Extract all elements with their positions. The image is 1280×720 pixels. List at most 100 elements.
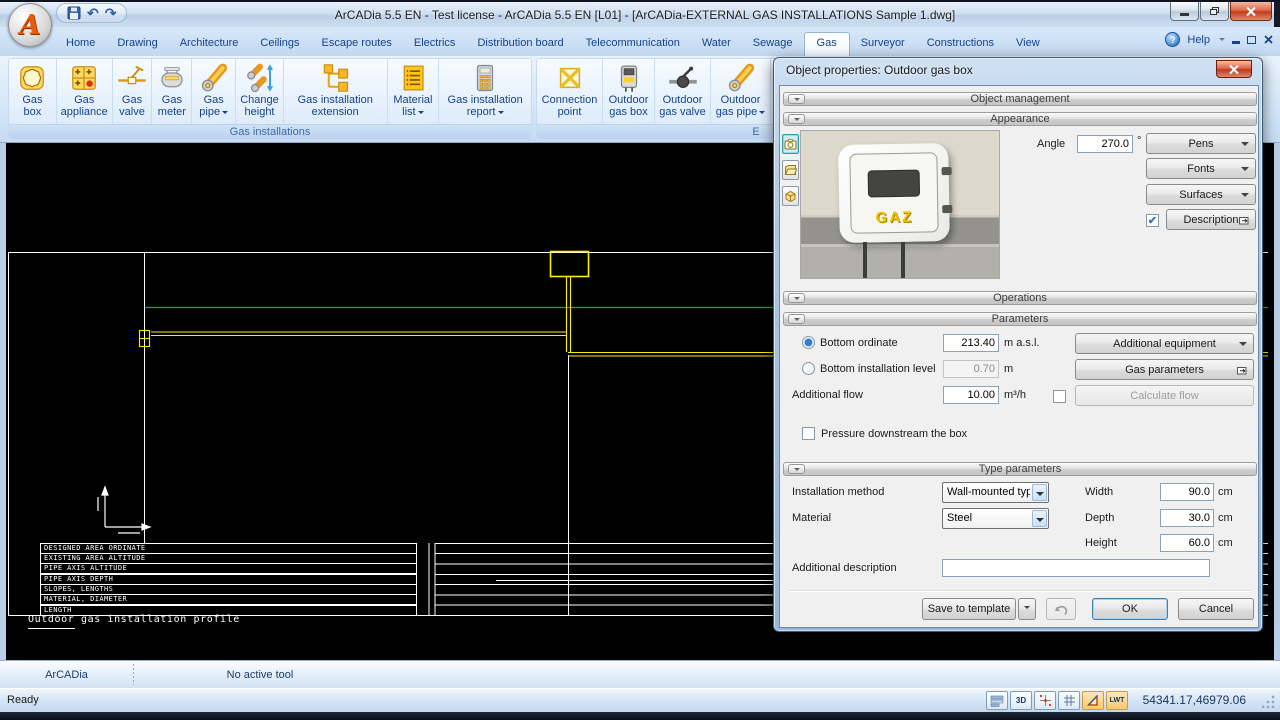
app-name-cell[interactable]: ArCADia xyxy=(0,661,133,688)
bottom-installation-level-radio[interactable] xyxy=(802,362,815,375)
dialog-content: Object management Appearance GAZ xyxy=(779,85,1259,628)
save-template-dropdown-button[interactable] xyxy=(1018,598,1036,620)
collapse-chevron-icon[interactable] xyxy=(788,94,805,104)
preview-3d-view-button[interactable] xyxy=(782,186,799,206)
preview-photo-view-button[interactable] xyxy=(782,134,799,154)
profile-row-label[interactable]: MATERIAL, DIAMETER xyxy=(40,594,417,605)
collapse-chevron-icon[interactable] xyxy=(788,314,805,324)
dialog-close-button[interactable] xyxy=(1216,60,1252,78)
tab-telecommunication[interactable]: Telecommunication xyxy=(575,32,691,56)
resize-grip[interactable] xyxy=(1262,695,1276,708)
document-minimize-button[interactable] xyxy=(1232,41,1240,44)
ortho-button[interactable] xyxy=(1082,691,1104,710)
tab-sewage[interactable]: Sewage xyxy=(742,32,804,56)
outdoor-gas-pipe-icon xyxy=(726,63,756,93)
save-to-template-button[interactable]: Save to template xyxy=(922,598,1016,620)
document-restore-button[interactable] xyxy=(1247,36,1256,44)
tab-surveyor[interactable]: Surveyor xyxy=(850,32,916,56)
collapse-chevron-icon[interactable] xyxy=(788,114,805,124)
gas-parameters-button[interactable]: Gas parameters xyxy=(1075,359,1254,380)
help-dropdown-icon[interactable] xyxy=(1219,38,1225,44)
tab-view[interactable]: View xyxy=(1005,32,1051,56)
tab-constructions[interactable]: Constructions xyxy=(916,32,1005,56)
material-list-button[interactable]: Materiallist xyxy=(388,59,440,124)
outdoor-gas-box-button[interactable]: Outdoorgas box xyxy=(603,59,655,124)
section-appearance[interactable]: Appearance xyxy=(783,112,1257,126)
connection-point-button[interactable]: Connectionpoint xyxy=(537,59,603,124)
view-3d-button[interactable]: 3D xyxy=(1010,691,1032,710)
change-height-button[interactable]: Changeheight xyxy=(236,59,284,124)
tab-ceilings[interactable]: Ceilings xyxy=(249,32,310,56)
profile-caption[interactable]: Outdoor gas installation profile xyxy=(28,614,240,625)
collapse-chevron-icon[interactable] xyxy=(788,293,805,303)
tab-architecture[interactable]: Architecture xyxy=(169,32,250,56)
tab-distribution-board[interactable]: Distribution board xyxy=(466,32,574,56)
preview-2d-view-button[interactable] xyxy=(782,160,799,180)
gas-installation-extension-button[interactable]: Gas installationextension xyxy=(284,59,388,124)
outdoor-gas-valve-button[interactable]: Outdoorgas valve xyxy=(655,59,711,124)
lineweight-toggle-button[interactable]: LWT xyxy=(1106,691,1128,710)
bottom-ordinate-label: Bottom ordinate xyxy=(820,337,898,349)
close-button[interactable] xyxy=(1230,2,1272,21)
undo-icon[interactable]: ↶ xyxy=(87,5,99,21)
angle-input[interactable] xyxy=(1077,135,1133,153)
additional-flow-input[interactable] xyxy=(943,386,999,404)
additional-description-input[interactable] xyxy=(942,559,1210,577)
bottom-ordinate-input[interactable] xyxy=(943,334,999,352)
outdoor-gas-pipe-button[interactable]: Outdoorgas pipe xyxy=(711,59,771,124)
gas-installation-report-button[interactable]: Gas installationreport xyxy=(439,59,531,124)
section-object-management[interactable]: Object management xyxy=(783,92,1257,106)
width-input[interactable] xyxy=(1160,483,1214,501)
gas-valve-button[interactable]: Gasvalve xyxy=(113,59,153,124)
material-select[interactable]: Steel xyxy=(942,508,1049,529)
description-checkbox[interactable]: ✔ xyxy=(1146,214,1159,227)
pressure-downstream-checkbox[interactable] xyxy=(802,427,815,440)
dropdown-arrow-icon xyxy=(1241,142,1249,150)
calculate-flow-checkbox[interactable] xyxy=(1053,390,1066,403)
gas-pipe-button[interactable]: Gaspipe xyxy=(192,59,236,124)
gas-appliance-button[interactable]: Gasappliance xyxy=(57,59,113,124)
tab-water[interactable]: Water xyxy=(691,32,742,56)
gas-pipe-left[interactable] xyxy=(139,331,566,347)
ortho-triangle-icon xyxy=(1086,694,1100,707)
restore-button[interactable] xyxy=(1200,2,1229,21)
width-unit: cm xyxy=(1218,486,1233,498)
project-manager-button[interactable] xyxy=(986,691,1008,710)
installation-method-select[interactable]: Wall-mounted typ xyxy=(942,482,1049,503)
section-parameters[interactable]: Parameters xyxy=(783,312,1257,326)
pens-button[interactable]: Pens xyxy=(1146,133,1256,154)
tab-escape-routes[interactable]: Escape routes xyxy=(311,32,403,56)
bottom-ordinate-radio[interactable] xyxy=(802,336,815,349)
document-close-button[interactable] xyxy=(1263,34,1274,45)
tab-gas[interactable]: Gas xyxy=(804,32,850,56)
ready-status: Ready xyxy=(7,694,39,706)
ok-button[interactable]: OK xyxy=(1092,598,1168,620)
tab-home[interactable]: Home xyxy=(55,32,106,56)
tab-electrics[interactable]: Electrics xyxy=(403,32,467,56)
cancel-button[interactable]: Cancel xyxy=(1178,598,1254,620)
gas-meter-button[interactable]: Gasmeter xyxy=(152,59,192,124)
fonts-button[interactable]: Fonts xyxy=(1146,158,1256,179)
grid-button[interactable] xyxy=(1058,691,1080,710)
gas-box-button[interactable]: Gasbox xyxy=(9,59,57,124)
window-title: ArCADia 5.5 EN - Test license - ArCADia … xyxy=(140,8,1150,22)
installation-method-label: Installation method xyxy=(792,486,884,498)
save-icon[interactable] xyxy=(67,6,81,20)
depth-input[interactable] xyxy=(1160,509,1214,527)
profile-row-label[interactable]: PIPE AXIS ALTITUDE xyxy=(40,563,417,574)
object-preview-image[interactable]: GAZ xyxy=(800,130,1000,279)
description-button[interactable]: Description xyxy=(1166,209,1256,230)
help-menu[interactable]: Help xyxy=(1187,34,1210,46)
snap-button[interactable] xyxy=(1034,691,1056,710)
gas-box-symbol[interactable] xyxy=(551,252,589,277)
section-type-parameters[interactable]: Type parameters xyxy=(783,462,1257,476)
height-input[interactable] xyxy=(1160,534,1214,552)
redo-icon[interactable]: ↷ xyxy=(105,5,117,21)
collapse-chevron-icon[interactable] xyxy=(788,464,805,474)
application-menu-button[interactable]: A xyxy=(8,3,52,47)
section-operations[interactable]: Operations xyxy=(783,291,1257,305)
additional-equipment-button[interactable]: Additional equipment xyxy=(1075,333,1254,354)
surfaces-button[interactable]: Surfaces xyxy=(1146,184,1256,205)
minimize-button[interactable] xyxy=(1170,2,1199,21)
tab-drawing[interactable]: Drawing xyxy=(106,32,168,56)
